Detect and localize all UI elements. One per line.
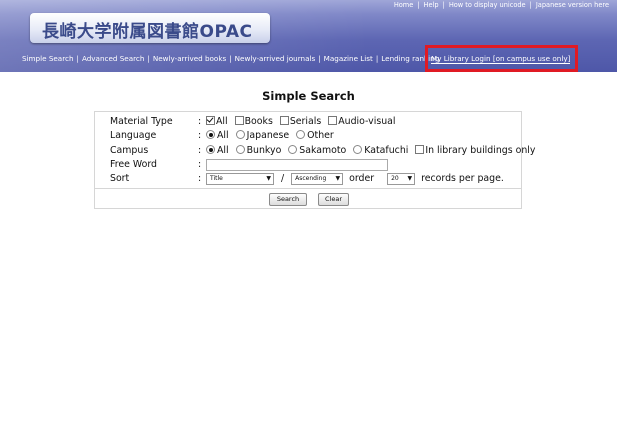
campus-sakamoto[interactable]: Sakamoto bbox=[288, 145, 346, 156]
nav-new-journals[interactable]: Newly-arrived journals bbox=[235, 54, 316, 63]
nav-simple-search[interactable]: Simple Search bbox=[22, 54, 74, 63]
top-link-home[interactable]: Home bbox=[394, 1, 413, 9]
radio[interactable] bbox=[353, 145, 363, 154]
radio-selected[interactable] bbox=[206, 145, 215, 154]
colon: : bbox=[198, 145, 202, 156]
top-link-help[interactable]: Help bbox=[424, 1, 439, 9]
material-audio-visual[interactable]: Audio-visual bbox=[328, 116, 396, 127]
language-all[interactable]: All bbox=[206, 130, 229, 141]
header-banner: Home | Help | How to display unicode | Japanes… bbox=[0, 0, 617, 72]
radio-selected[interactable] bbox=[206, 130, 215, 139]
nav-advanced-search[interactable]: Advanced Search bbox=[82, 54, 144, 63]
search-button[interactable]: Search bbox=[269, 193, 307, 206]
sort-direction-select[interactable]: Ascending ▼ bbox=[291, 172, 344, 185]
label-sort: Sort bbox=[110, 173, 130, 184]
opac-logo[interactable]: 長崎大学附属図書館OPAC bbox=[30, 13, 270, 43]
top-links: Home | Help | How to display unicode | Japanes… bbox=[394, 1, 609, 9]
page-title: Simple Search bbox=[262, 89, 355, 103]
label-material-type: Material Type bbox=[110, 116, 173, 127]
campus-options: All Bunkyo Sakamoto Katafuchi In library… bbox=[206, 144, 535, 157]
chevron-down-icon: ▼ bbox=[335, 174, 341, 182]
material-books[interactable]: Books bbox=[234, 116, 273, 127]
separator: | bbox=[529, 1, 532, 9]
sort-field-select[interactable]: Title ▼ bbox=[206, 172, 274, 185]
checkbox-checked[interactable] bbox=[206, 116, 215, 125]
colon: : bbox=[198, 173, 202, 184]
label-free-word: Free Word bbox=[110, 159, 157, 170]
panel-divider bbox=[94, 188, 522, 189]
logo-text: 長崎大学附属図書館OPAC bbox=[42, 22, 253, 42]
language-other[interactable]: Other bbox=[296, 130, 334, 141]
checkbox[interactable] bbox=[415, 145, 425, 154]
material-type-options: All Books Serials Audio-visual bbox=[206, 115, 400, 128]
slash: / bbox=[280, 173, 285, 184]
radio[interactable] bbox=[235, 130, 245, 139]
checkbox[interactable] bbox=[234, 116, 244, 125]
separator: | bbox=[375, 54, 379, 63]
separator: | bbox=[147, 54, 150, 63]
free-word-control bbox=[206, 158, 388, 171]
free-word-input[interactable] bbox=[206, 158, 388, 171]
campus-all[interactable]: All bbox=[206, 145, 229, 156]
separator: | bbox=[318, 54, 321, 63]
campus-katafuchi[interactable]: Katafuchi bbox=[353, 145, 408, 156]
language-options: All Japanese Other bbox=[206, 129, 338, 142]
separator: | bbox=[229, 54, 232, 63]
separator: | bbox=[417, 1, 420, 9]
nav-new-books[interactable]: Newly-arrived books bbox=[153, 54, 226, 63]
chevron-down-icon: ▼ bbox=[266, 174, 271, 182]
top-link-unicode[interactable]: How to display unicode bbox=[449, 1, 526, 9]
material-all[interactable]: All bbox=[206, 116, 228, 127]
records-text: records per page. bbox=[421, 173, 504, 184]
separator: | bbox=[442, 1, 445, 9]
main-nav: Simple Search | Advanced Search | Newly-arri… bbox=[22, 54, 439, 63]
radio[interactable] bbox=[288, 145, 298, 154]
language-japanese[interactable]: Japanese bbox=[235, 130, 289, 141]
order-text: order bbox=[349, 173, 375, 184]
radio[interactable] bbox=[235, 145, 245, 154]
highlight-box bbox=[425, 45, 578, 72]
top-link-japanese[interactable]: Japanese version here bbox=[536, 1, 609, 9]
chevron-down-icon: ▼ bbox=[407, 174, 413, 182]
records-count-select[interactable]: 20 ▼ bbox=[387, 172, 416, 185]
label-language: Language bbox=[110, 130, 157, 141]
checkbox[interactable] bbox=[328, 116, 338, 125]
colon: : bbox=[198, 116, 202, 127]
nav-magazine-list[interactable]: Magazine List bbox=[324, 54, 373, 63]
radio[interactable] bbox=[296, 130, 306, 139]
campus-bunkyo[interactable]: Bunkyo bbox=[235, 145, 281, 156]
in-library-only[interactable]: In library buildings only bbox=[415, 145, 535, 156]
sort-controls: Title ▼ / Ascending ▼ order 20 ▼ records pe… bbox=[206, 172, 504, 185]
checkbox[interactable] bbox=[279, 116, 289, 125]
label-campus: Campus bbox=[110, 145, 149, 156]
material-serials[interactable]: Serials bbox=[279, 116, 321, 127]
separator: | bbox=[76, 54, 79, 63]
colon: : bbox=[198, 130, 202, 141]
clear-button[interactable]: Clear bbox=[318, 193, 349, 206]
colon: : bbox=[198, 159, 202, 170]
